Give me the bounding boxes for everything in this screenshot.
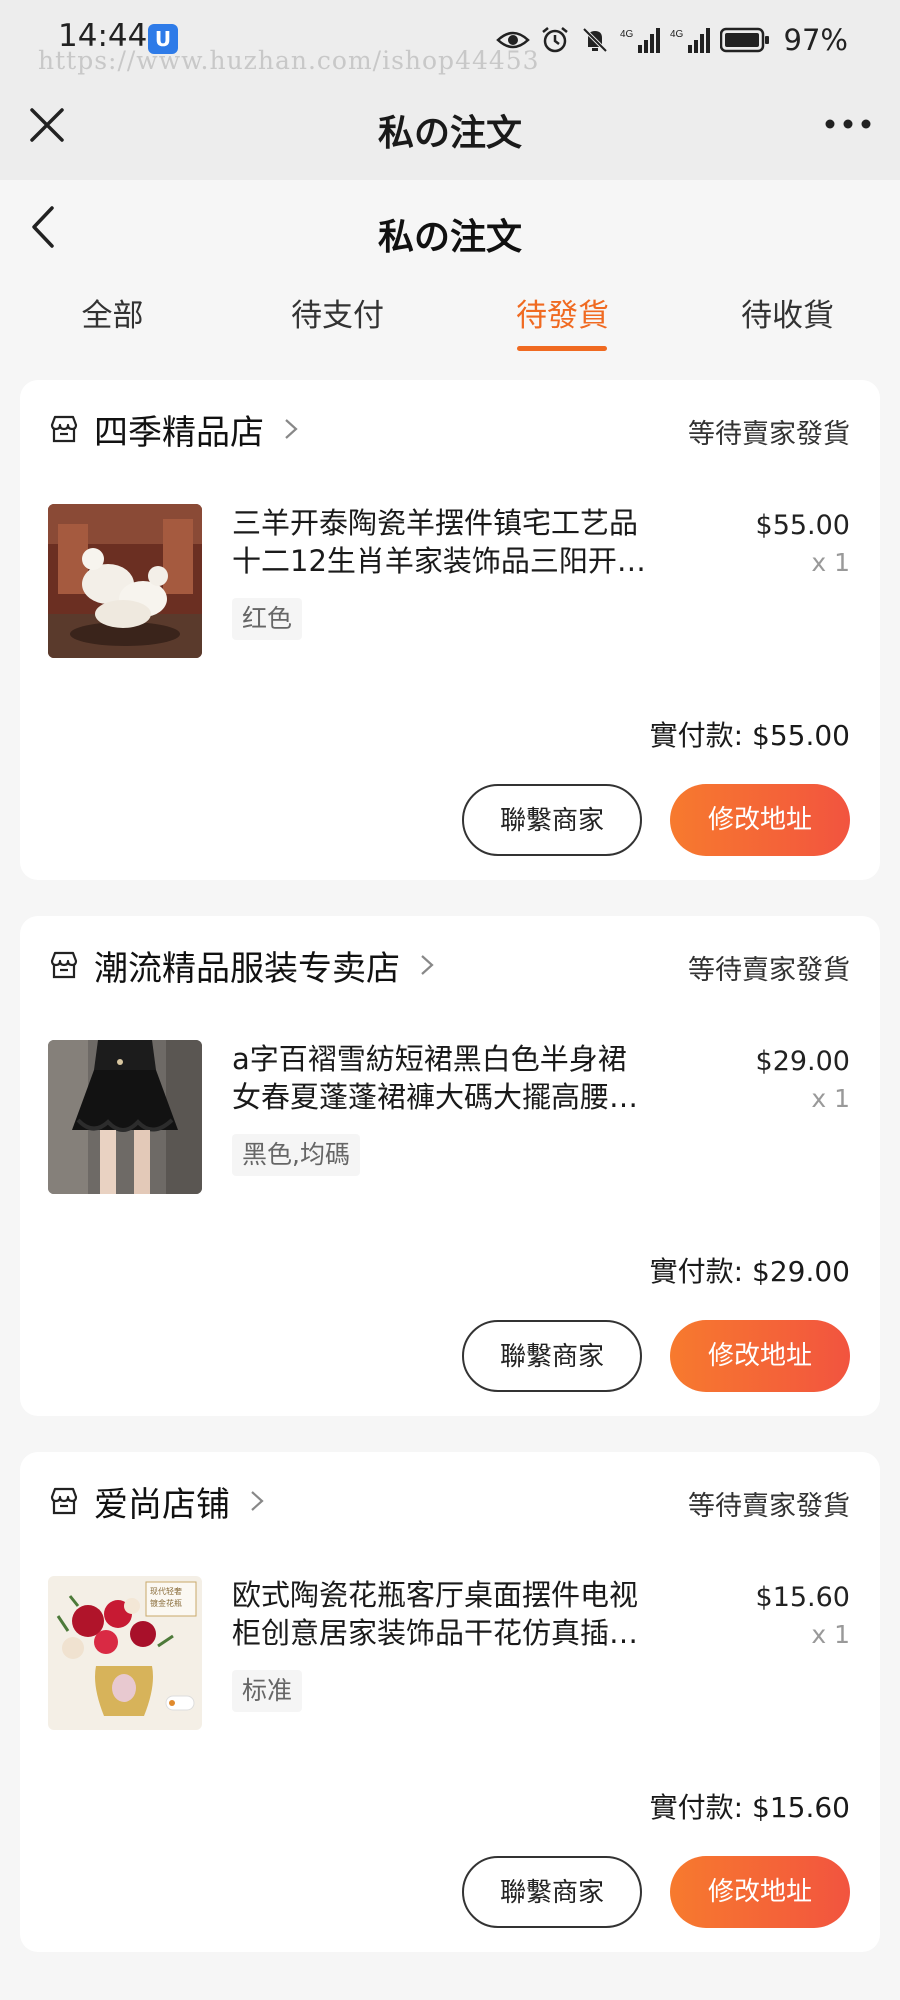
product-image[interactable]: [48, 1040, 202, 1194]
sku-tag: 黑色,均碼: [232, 1134, 360, 1176]
paid-label: 實付款:: [649, 1255, 744, 1288]
battery-percentage: 97%: [783, 23, 848, 57]
product-price: $55.00: [755, 510, 850, 541]
tab-active-indicator: [517, 346, 607, 351]
eye-icon: [495, 31, 530, 49]
order-tabs: 全部 待支付 待發貨 待收貨: [0, 290, 900, 360]
product-title-line: a字百褶雪紡短裙黑白色半身裙: [232, 1042, 627, 1076]
tab-all[interactable]: 全部: [0, 290, 225, 335]
page-header: 私の注文: [0, 180, 900, 270]
product-title[interactable]: a字百褶雪紡短裙黑白色半身裙 女春夏蓬蓬裙褲大碼大擺高腰…: [232, 1040, 692, 1116]
product-quantity: x 1: [811, 1620, 850, 1649]
order-card: 潮流精品服装专卖店 等待賣家發貨 a字百褶雪紡短裙黑白色半身裙 女春夏蓬蓬裙褲大…: [20, 916, 880, 1416]
paid-amount: $29.00: [752, 1255, 850, 1288]
store-name: 潮流精品服装专卖店: [94, 948, 400, 989]
chevron-right-icon: [285, 419, 298, 439]
modify-address-button[interactable]: 修改地址: [670, 784, 850, 856]
paid-amount-row: 實付款: $29.00: [650, 1250, 850, 1290]
paid-label: 實付款:: [649, 719, 744, 752]
signal-icon-2: 4G: [670, 28, 710, 53]
webview-header: 私の注文: [0, 80, 900, 180]
product-image[interactable]: [48, 504, 202, 658]
webview-title: 私の注文: [377, 113, 522, 154]
product-title[interactable]: 欧式陶瓷花瓶客厅桌面摆件电视 柜创意居家装饰品干花仿真插…: [232, 1576, 692, 1652]
product-title-line: 柜创意居家装饰品干花仿真插…: [232, 1616, 639, 1650]
product-image[interactable]: 现代轻奢 镀金花瓶: [48, 1576, 202, 1730]
modify-address-button[interactable]: 修改地址: [670, 1856, 850, 1928]
status-icons: 4G 4G 97%: [495, 22, 848, 58]
battery-icon: [719, 27, 769, 53]
thumb-label-2: 镀金花瓶: [150, 1598, 182, 1608]
order-status: 等待賣家發貨: [688, 419, 850, 450]
signal-icon: 4G: [620, 28, 660, 53]
order-card: 四季精品店 等待賣家發貨 三羊开泰陶瓷羊摆件镇宅工艺品 十二12生肖羊家装饰品三…: [20, 380, 880, 880]
alarm-icon: [541, 27, 568, 53]
modify-address-button[interactable]: 修改地址: [670, 1320, 850, 1392]
store-icon: [50, 415, 78, 443]
signal-network-label-2: 4G: [670, 29, 684, 40]
paid-amount-row: 實付款: $15.60: [650, 1786, 850, 1826]
product-title-line: 三羊开泰陶瓷羊摆件镇宅工艺品: [232, 506, 639, 540]
tab-pending-shipment[interactable]: 待發貨: [450, 290, 675, 335]
page-title: 私の注文: [377, 217, 522, 258]
sku-tag: 红色: [232, 598, 303, 640]
tab-pending-payment[interactable]: 待支付: [225, 290, 450, 335]
sku-tag: 标准: [232, 1670, 303, 1712]
status-bar: 14:44 U https://www.huzhan.com/ishop4445…: [0, 0, 900, 80]
product-title-line: 十二12生肖羊家装饰品三阳开…: [232, 544, 646, 578]
product-price: $15.60: [755, 1582, 850, 1613]
product-quantity: x 1: [811, 1084, 850, 1113]
product-title-line: 女春夏蓬蓬裙褲大碼大擺高腰…: [232, 1080, 639, 1114]
contact-seller-button[interactable]: 聯繫商家: [462, 784, 642, 856]
orders-page: 私の注文 全部 待支付 待發貨 待收貨 四季精品店 等待賣家發貨 三羊开泰陶瓷羊…: [0, 180, 900, 2000]
contact-seller-button[interactable]: 聯繫商家: [462, 1856, 642, 1928]
watermark: https://www.huzhan.com/ishop44453: [38, 46, 540, 75]
contact-seller-button[interactable]: 聯繫商家: [462, 1320, 642, 1392]
store-link[interactable]: 爱尚店铺: [48, 1476, 266, 1526]
store-name: 爱尚店铺: [94, 1484, 230, 1525]
thumb-label-1: 现代轻奢: [150, 1586, 182, 1596]
product-price: $29.00: [755, 1046, 850, 1077]
product-title-line: 欧式陶瓷花瓶客厅桌面摆件电视: [232, 1578, 639, 1612]
product-quantity: x 1: [811, 548, 850, 577]
order-card: 爱尚店铺 等待賣家發貨 现代轻奢 镀金花瓶 欧式陶瓷花瓶客厅桌面摆件电视 柜创意…: [20, 1452, 880, 1952]
paid-amount: $15.60: [752, 1791, 850, 1824]
chevron-right-icon: [251, 1491, 264, 1511]
store-link[interactable]: 四季精品店: [48, 404, 300, 454]
signal-network-label: 4G: [620, 29, 634, 40]
store-link[interactable]: 潮流精品服装专卖店: [48, 940, 436, 990]
product-title[interactable]: 三羊开泰陶瓷羊摆件镇宅工艺品 十二12生肖羊家装饰品三阳开…: [232, 504, 692, 580]
paid-amount: $55.00: [752, 719, 850, 752]
order-status: 等待賣家發貨: [688, 955, 850, 986]
paid-amount-row: 實付款: $55.00: [650, 714, 850, 754]
paid-label: 實付款:: [649, 1791, 744, 1824]
store-icon: [50, 951, 78, 979]
chevron-right-icon: [421, 955, 434, 975]
mute-bell-icon: [582, 27, 607, 53]
tab-pending-receipt[interactable]: 待收貨: [675, 290, 900, 335]
store-name: 四季精品店: [94, 412, 264, 453]
more-options-icon[interactable]: [822, 112, 874, 136]
store-icon: [50, 1487, 78, 1515]
order-status: 等待賣家發貨: [688, 1491, 850, 1522]
